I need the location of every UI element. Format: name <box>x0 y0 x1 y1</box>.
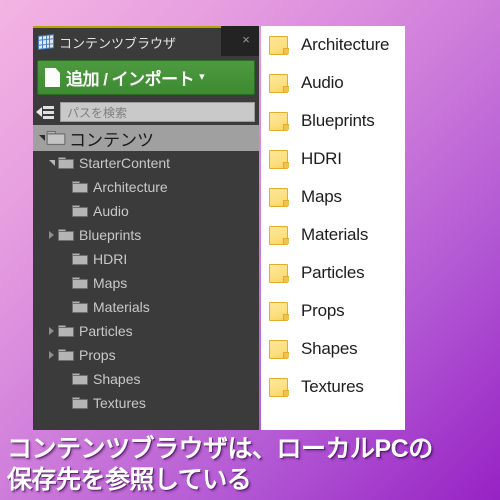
collapsed-twisty-icon[interactable] <box>45 231 58 239</box>
folder-icon <box>268 224 290 246</box>
tree-item-label: Textures <box>93 395 146 411</box>
tree-item-label: Maps <box>93 275 128 291</box>
list-item[interactable]: Particles <box>261 254 405 292</box>
tree-item-shapes[interactable]: Shapes <box>33 367 259 391</box>
tree-item-audio[interactable]: Audio <box>33 199 259 223</box>
list-item-label: Textures <box>301 377 364 396</box>
content-browser-toolbar: 追加 / インポート ▾ <box>33 56 259 99</box>
tree-item-label: Audio <box>93 203 129 219</box>
tab-label: コンテンツブラウザ <box>59 35 177 51</box>
new-document-icon <box>45 68 60 87</box>
folder-icon <box>72 253 88 265</box>
tree-item-maps[interactable]: Maps <box>33 271 259 295</box>
tree-item-materials[interactable]: Materials <box>33 295 259 319</box>
folder-icon <box>58 229 74 241</box>
folder-icon <box>58 325 74 337</box>
close-icon[interactable]: × <box>239 33 253 47</box>
caption-line-1: コンテンツブラウザは、ローカルPCの <box>7 435 433 463</box>
tree-item-label: Architecture <box>93 179 168 195</box>
tree-item-label: Blueprints <box>79 227 142 243</box>
content-browser-icon <box>38 34 54 50</box>
tree-item-label: Materials <box>93 299 150 315</box>
tree-item-blueprints[interactable]: Blueprints <box>33 223 259 247</box>
folder-icon <box>268 300 290 322</box>
folder-icon <box>72 301 88 313</box>
list-item-label: Shapes <box>301 339 358 358</box>
list-item-label: Props <box>301 301 345 320</box>
caption-line-2: 保存先を参照している <box>7 466 252 494</box>
folder-icon <box>268 148 290 170</box>
folder-icon <box>268 376 290 398</box>
folder-icon <box>72 205 88 217</box>
expanded-twisty-icon[interactable] <box>45 160 58 166</box>
content-browser-panel: コンテンツブラウザ × 追加 / インポート ▾ パスを検索 コンテンツ Sta… <box>33 26 259 430</box>
screenshot-stage: コンテンツブラウザ × 追加 / インポート ▾ パスを検索 コンテンツ Sta… <box>0 0 500 500</box>
folder-icon <box>268 34 290 56</box>
chevron-down-icon: ▾ <box>199 71 205 83</box>
filter-icon[interactable] <box>36 103 56 122</box>
list-item[interactable]: Textures <box>261 368 405 406</box>
path-search-input[interactable]: パスを検索 <box>60 102 255 122</box>
tree-item-label: Shapes <box>93 371 141 387</box>
folder-icon <box>58 349 74 361</box>
asset-tree: コンテンツ StarterContent Architecture Audio <box>33 125 259 415</box>
list-item-label: Particles <box>301 263 365 282</box>
caption-overlay: コンテンツブラウザは、ローカルPCの 保存先を参照している <box>0 434 500 500</box>
tree-item-label: Props <box>79 347 116 363</box>
list-item[interactable]: Audio <box>261 64 405 102</box>
list-item[interactable]: Architecture <box>261 26 405 64</box>
tree-item-hdri[interactable]: HDRI <box>33 247 259 271</box>
tree-item-startercontent[interactable]: StarterContent <box>33 151 259 175</box>
folder-icon <box>72 397 88 409</box>
file-explorer-panel: Architecture Audio Blueprints HDRI Maps … <box>261 26 405 430</box>
folder-icon <box>268 110 290 132</box>
folder-icon <box>72 277 88 289</box>
list-item-label: Materials <box>301 225 369 244</box>
collapsed-twisty-icon[interactable] <box>45 351 58 359</box>
tree-item-architecture[interactable]: Architecture <box>33 175 259 199</box>
tree-item-label: StarterContent <box>79 155 171 171</box>
list-item-label: Maps <box>301 187 342 206</box>
folder-icon <box>268 72 290 94</box>
list-item[interactable]: Shapes <box>261 330 405 368</box>
list-item[interactable]: Maps <box>261 178 405 216</box>
list-item[interactable]: HDRI <box>261 140 405 178</box>
folder-icon <box>268 262 290 284</box>
list-item[interactable]: Blueprints <box>261 102 405 140</box>
tree-item-content-root[interactable]: コンテンツ <box>33 125 259 151</box>
tab-content-browser[interactable]: コンテンツブラウザ <box>33 26 221 56</box>
add-import-button[interactable]: 追加 / インポート ▾ <box>37 60 255 95</box>
tree-item-label: コンテンツ <box>69 130 154 150</box>
list-item-label: HDRI <box>301 149 342 168</box>
list-item-label: Blueprints <box>301 111 375 130</box>
list-item[interactable]: Materials <box>261 216 405 254</box>
folder-icon <box>268 186 290 208</box>
folder-open-icon <box>46 130 66 146</box>
tree-item-props[interactable]: Props <box>33 343 259 367</box>
folder-icon <box>72 373 88 385</box>
collapsed-twisty-icon[interactable] <box>45 327 58 335</box>
folder-icon <box>72 181 88 193</box>
tree-item-textures[interactable]: Textures <box>33 391 259 415</box>
tree-item-particles[interactable]: Particles <box>33 319 259 343</box>
tree-item-label: HDRI <box>93 251 128 267</box>
list-item-label: Architecture <box>301 35 390 54</box>
list-item[interactable]: Props <box>261 292 405 330</box>
tab-strip: コンテンツブラウザ × <box>33 26 259 56</box>
folder-icon <box>268 338 290 360</box>
folder-icon <box>58 157 74 169</box>
path-search-placeholder: パスを検索 <box>67 105 128 120</box>
list-item-label: Audio <box>301 73 344 92</box>
path-search-row: パスを検索 <box>33 99 259 125</box>
tree-item-label: Particles <box>79 323 133 339</box>
add-import-label: 追加 / インポート <box>66 70 195 89</box>
